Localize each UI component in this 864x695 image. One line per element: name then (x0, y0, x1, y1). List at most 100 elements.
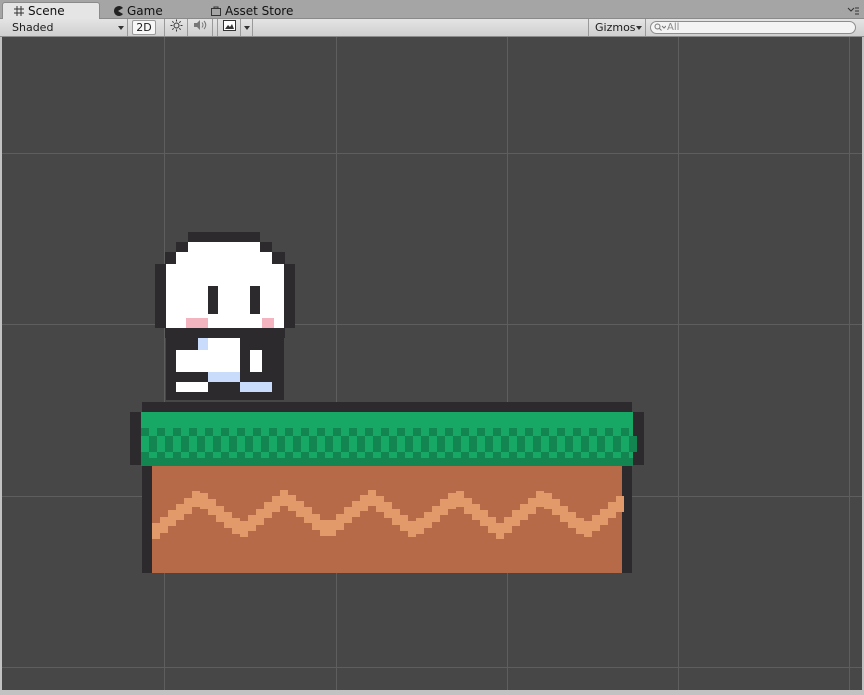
grass-checker (429, 428, 437, 436)
grass-checker (397, 428, 405, 436)
grass-checker (229, 444, 237, 452)
dirt-zigzag (584, 521, 592, 537)
grid-line (2, 667, 862, 668)
grass-checker (165, 444, 173, 452)
grass-checker (461, 428, 469, 436)
dirt-zigzag (280, 490, 288, 506)
character-foot (208, 372, 240, 382)
grass-checker (541, 428, 549, 436)
dirt-zigzag (352, 501, 360, 517)
grass-checker (301, 428, 309, 436)
dirt-zigzag (320, 520, 328, 536)
grass-checker (373, 436, 381, 444)
gizmos-label: Gizmos (595, 21, 636, 34)
grass-checker (245, 436, 253, 444)
character-arm (250, 350, 262, 372)
grass-checker (629, 436, 637, 444)
dirt-zigzag (552, 499, 560, 515)
grass-checker (557, 428, 565, 436)
grass-checker (333, 428, 341, 436)
effects-dropdown[interactable] (241, 19, 253, 36)
grass-checker (581, 444, 589, 452)
dirt-zigzag (312, 514, 320, 530)
grass-checker (485, 444, 493, 452)
dirt-zigzag (288, 495, 296, 511)
grass-checker (501, 436, 509, 444)
gizmos-dropdown[interactable]: Gizmos (588, 19, 646, 36)
scene-viewport[interactable] (2, 37, 862, 690)
grass-checker (589, 428, 597, 436)
grass-checker (141, 428, 149, 436)
dirt-zigzag (504, 517, 512, 533)
effects-toggle[interactable] (217, 19, 241, 36)
grass-checker (493, 428, 501, 436)
dirt-zigzag (296, 501, 304, 517)
dirt-zigzag (176, 504, 184, 520)
dirt-zigzag (344, 507, 352, 523)
shading-mode-label: Shaded (12, 21, 54, 34)
chevron-down-icon (636, 26, 642, 30)
grass-checker (253, 428, 261, 436)
grass-checker (389, 436, 397, 444)
dirt-zigzag (152, 523, 160, 539)
tab-scene[interactable]: Scene (2, 2, 100, 19)
grass-checker (549, 444, 557, 452)
dirt-zigzag (368, 490, 376, 506)
character-head (176, 252, 272, 264)
grass-checker (165, 436, 173, 444)
grass-checker (501, 444, 509, 452)
search-input[interactable]: All (650, 21, 856, 34)
grass-checker (197, 436, 205, 444)
dirt-zigzag (424, 512, 432, 528)
dirt-zigzag (496, 523, 504, 539)
character-eye (250, 286, 260, 314)
grass-checker (293, 436, 301, 444)
grass-checker (173, 428, 181, 436)
grass-checker (365, 428, 373, 436)
dirt-zigzag (304, 507, 312, 523)
character-eye (208, 286, 218, 314)
grass-checker (317, 428, 325, 436)
character-foot (176, 382, 208, 392)
grass-checker (469, 436, 477, 444)
dirt-zigzag (512, 510, 520, 526)
character-blush (186, 318, 208, 328)
grass-checker (605, 428, 613, 436)
dirt-zigzag (224, 512, 232, 528)
grid-line (678, 37, 679, 690)
chevron-down-icon (244, 26, 250, 30)
grass-checker (381, 428, 389, 436)
grid-line (2, 153, 862, 154)
character-foot (240, 382, 272, 392)
dirt-zigzag (480, 510, 488, 526)
dirt-zigzag (192, 491, 200, 507)
audio-toggle[interactable] (188, 19, 213, 36)
grass-checker (309, 436, 317, 444)
tab-scene-label: Scene (28, 4, 65, 18)
grass-checker (565, 436, 573, 444)
dirt-zigzag (256, 509, 264, 525)
grass-checker (269, 428, 277, 436)
grass-checker (421, 444, 429, 452)
grass-checker (261, 436, 269, 444)
lighting-toggle[interactable] (164, 19, 188, 36)
character-outline (165, 328, 285, 338)
grass-checker (149, 436, 157, 444)
speaker-icon (193, 19, 208, 36)
shading-mode-dropdown[interactable]: Shaded (0, 19, 128, 36)
tab-game[interactable]: Game (102, 2, 198, 19)
grass-checker (405, 444, 413, 452)
grass-checker (621, 428, 629, 436)
dirt-zigzag (392, 509, 400, 525)
window-menu-icon[interactable] (846, 3, 860, 15)
character-head (188, 242, 260, 252)
grass-checker (325, 444, 333, 452)
grass-checker (373, 444, 381, 452)
tab-asset-store[interactable]: Asset Store (200, 2, 310, 19)
grid-icon (13, 5, 25, 17)
dirt-zigzag (408, 521, 416, 537)
chevron-down-icon (118, 26, 124, 30)
grass-checker (213, 436, 221, 444)
grass-checker (357, 436, 365, 444)
2d-mode-toggle[interactable]: 2D (132, 20, 156, 35)
